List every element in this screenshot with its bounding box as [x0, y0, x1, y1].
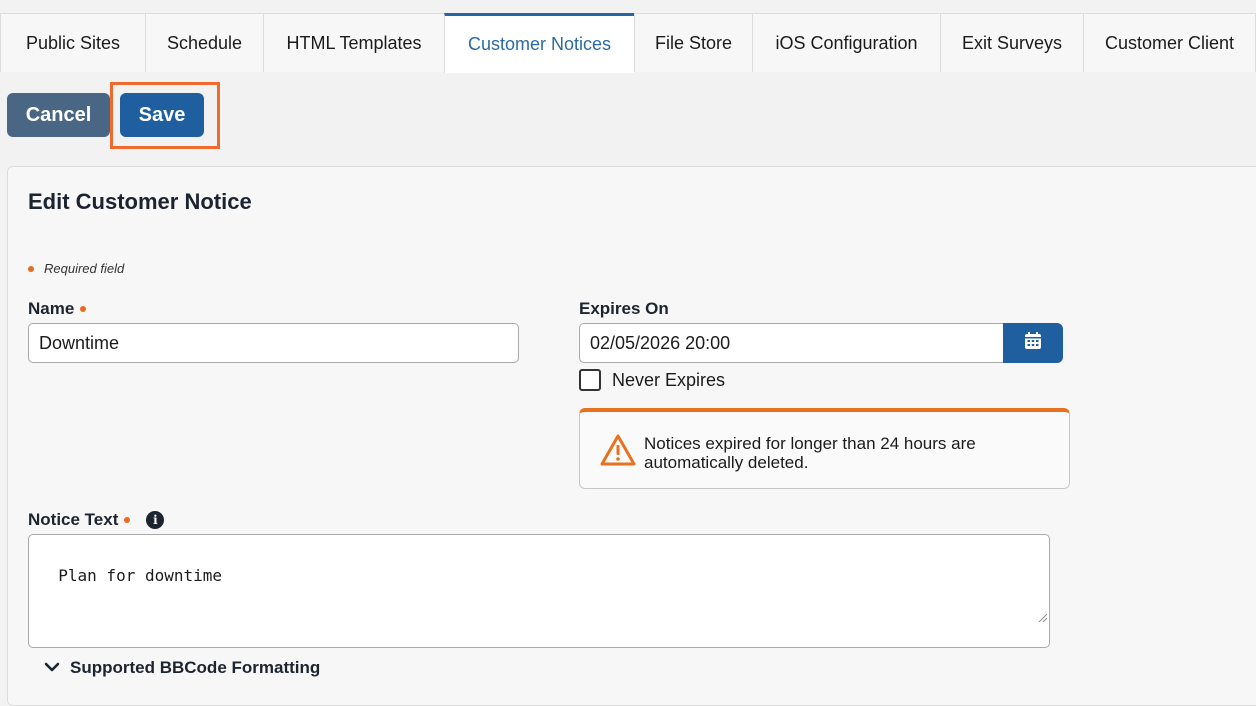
tab-file-store[interactable]: File Store — [634, 13, 752, 72]
resize-handle-icon[interactable] — [998, 588, 1048, 645]
notice-text-label: Notice Text i — [28, 510, 165, 530]
notice-text-value: Plan for downtime — [58, 566, 223, 585]
expiry-warning: Notices expired for longer than 24 hours… — [579, 408, 1070, 489]
never-expires-label[interactable]: Never Expires — [612, 370, 725, 391]
expires-on-input[interactable]: 02/05/2026 20:00 — [579, 323, 1004, 363]
required-note-text: Required field — [44, 261, 125, 276]
tab-customer-client[interactable]: Customer Client — [1083, 13, 1256, 72]
bbcode-label: Supported BBCode Formatting — [70, 658, 321, 677]
notice-text-textarea[interactable]: Plan for downtime — [28, 534, 1050, 648]
calendar-button[interactable] — [1003, 323, 1063, 363]
name-input[interactable]: Downtime — [28, 323, 519, 363]
required-dot-icon — [28, 265, 34, 272]
bbcode-toggle[interactable]: Supported BBCode Formatting — [44, 658, 320, 678]
tab-ios-configuration[interactable]: iOS Configuration — [752, 13, 940, 72]
tab-public-sites[interactable]: Public Sites — [0, 13, 145, 72]
save-button[interactable]: Save — [120, 93, 204, 137]
required-dot-icon — [124, 517, 131, 523]
expires-on-label: Expires On — [579, 299, 669, 319]
tab-exit-surveys[interactable]: Exit Surveys — [940, 13, 1083, 72]
tab-schedule[interactable]: Schedule — [145, 13, 263, 72]
tab-customer-notices[interactable]: Customer Notices — [444, 13, 634, 73]
required-note: Required field — [28, 261, 124, 276]
notice-text-label-text: Notice Text — [28, 510, 119, 529]
name-label: Name — [28, 299, 87, 319]
warning-text: Notices expired for longer than 24 hours… — [644, 434, 976, 472]
required-dot-icon — [80, 306, 87, 312]
info-icon[interactable]: i — [146, 511, 165, 529]
expires-on-label-text: Expires On — [579, 299, 669, 318]
warning-triangle-icon — [600, 434, 636, 471]
never-expires-checkbox[interactable] — [579, 369, 601, 391]
cancel-button[interactable]: Cancel — [7, 93, 110, 137]
chevron-down-icon — [44, 658, 60, 678]
calendar-icon — [1025, 332, 1041, 354]
tab-html-templates[interactable]: HTML Templates — [263, 13, 444, 72]
name-label-text: Name — [28, 299, 75, 318]
tab-bar: Public Sites Schedule HTML Templates Cus… — [0, 13, 1256, 73]
page-title: Edit Customer Notice — [28, 189, 252, 214]
